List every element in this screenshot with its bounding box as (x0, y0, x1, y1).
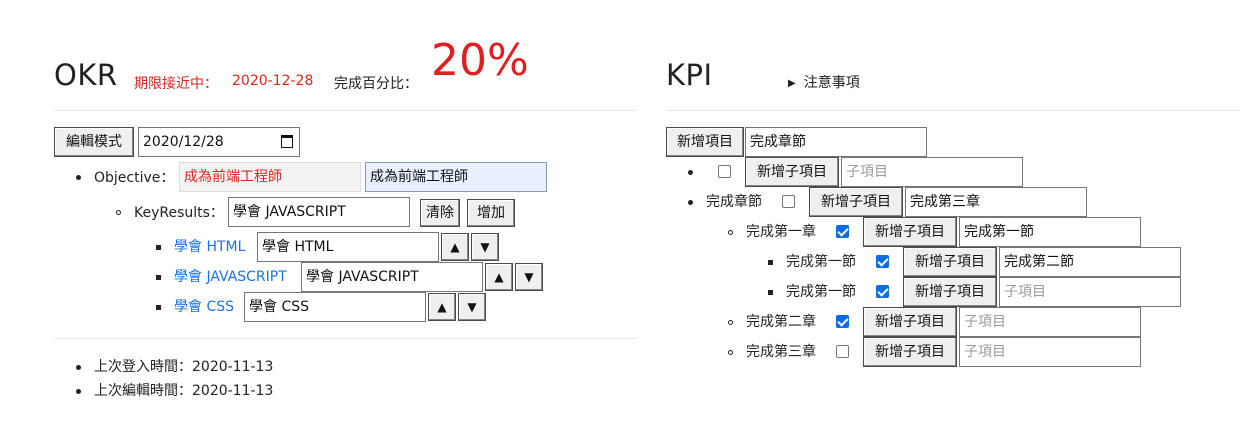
edit-mode-button[interactable]: 編輯模式 (54, 127, 134, 157)
bullet-disc (76, 389, 81, 394)
last-edit-text: 上次編輯時間：2020-11-13 (94, 383, 274, 399)
add-subitem-button[interactable]: 新增子項目 (809, 187, 903, 217)
notes-label: 注意事項 (803, 75, 860, 91)
keyresult-item-label[interactable]: 學會 HTML (174, 237, 245, 257)
complete-checkbox[interactable] (718, 165, 731, 178)
complete-checkbox[interactable] (876, 285, 889, 298)
add-subitem-button[interactable]: 新增子項目 (903, 247, 997, 277)
add-subitem-button[interactable]: 新增子項目 (863, 217, 957, 247)
date-value: 2020/12/28 (143, 134, 224, 150)
bullet-disc (688, 200, 693, 205)
complete-checkbox[interactable] (782, 195, 795, 208)
complete-checkbox[interactable] (836, 315, 849, 328)
subitem-input[interactable]: 子項目 (959, 307, 1141, 337)
item-label: 完成第一章 (746, 224, 816, 240)
bullet-disc (76, 175, 81, 180)
add-subitem-button[interactable]: 新增子項目 (745, 157, 839, 187)
keyresult-item-input[interactable]: 學會 HTML (257, 232, 439, 262)
last-login-text: 上次登入時間：2020-11-13 (94, 359, 274, 375)
add-keyresult-button[interactable]: 增加 (467, 199, 515, 227)
add-item-input[interactable]: 完成章節 (745, 127, 927, 157)
objective-input[interactable]: 成為前端工程師 (365, 162, 547, 192)
progress-value: 20% (431, 35, 529, 86)
bullet-square (156, 305, 161, 310)
bullet-square (156, 275, 161, 280)
subitem-input[interactable]: 子項目 (999, 277, 1181, 307)
bullet-circle (728, 350, 733, 355)
kpi-header: KPI ▶ 注意事項 (666, 0, 1240, 111)
deadline-label: 期限接近中： (134, 76, 218, 92)
move-up-button[interactable]: ▲ (428, 293, 456, 321)
disclosure-triangle-icon: ▶ (788, 78, 796, 89)
divider (54, 338, 636, 339)
bullet-circle (728, 230, 733, 235)
objective-display: 成為前端工程師 (179, 162, 361, 192)
keyresult-input[interactable]: 學會 JAVASCRIPT (228, 197, 410, 227)
keyresult-item-input[interactable]: 學會 JAVASCRIPT (301, 262, 483, 292)
keyresult-item-label[interactable]: 學會 JAVASCRIPT (174, 267, 287, 287)
notes-toggle[interactable]: ▶ 注意事項 (788, 72, 860, 92)
subitem-input[interactable]: 完成第三章 (905, 187, 1087, 217)
keyresults-label: KeyResults： (134, 205, 224, 221)
subitem-input[interactable]: 完成第二節 (999, 247, 1181, 277)
add-subitem-button[interactable]: 新增子項目 (863, 337, 957, 367)
kpi-title: KPI (666, 58, 713, 92)
okr-header: OKR 期限接近中： 2020-12-28 完成百分比： 20% (54, 0, 636, 111)
item-label: 完成第三章 (746, 344, 816, 360)
move-down-button[interactable]: ▼ (515, 263, 543, 291)
keyresult-item-input[interactable]: 學會 CSS (244, 292, 426, 322)
complete-checkbox[interactable] (836, 225, 849, 238)
bullet-circle (116, 210, 121, 215)
complete-checkbox[interactable] (836, 345, 849, 358)
subitem-input[interactable]: 子項目 (841, 157, 1023, 187)
move-up-button[interactable]: ▲ (441, 233, 469, 261)
date-input[interactable]: 2020/12/28 (138, 127, 300, 157)
calendar-icon[interactable] (281, 135, 293, 148)
keyresult-item-label[interactable]: 學會 CSS (174, 297, 234, 317)
bullet-disc (76, 365, 81, 370)
move-up-button[interactable]: ▲ (485, 263, 513, 291)
item-label: 完成第一節 (786, 284, 856, 300)
item-label: 完成第一節 (786, 254, 856, 270)
complete-checkbox[interactable] (876, 255, 889, 268)
subitem-input[interactable]: 子項目 (959, 337, 1141, 367)
add-subitem-button[interactable]: 新增子項目 (863, 307, 957, 337)
add-subitem-button[interactable]: 新增子項目 (903, 277, 997, 307)
bullet-disc (688, 170, 693, 175)
progress-label: 完成百分比： (334, 76, 418, 92)
okr-title: OKR (54, 58, 118, 92)
item-label: 完成第二章 (746, 314, 816, 330)
subitem-input[interactable]: 完成第一節 (959, 217, 1141, 247)
objective-label: Objective： (94, 170, 175, 186)
clear-button[interactable]: 清除 (420, 199, 460, 227)
deadline-value: 2020-12-28 (232, 73, 314, 89)
bullet-square (768, 260, 773, 265)
item-label: 完成章節 (706, 194, 762, 210)
move-down-button[interactable]: ▼ (458, 293, 486, 321)
add-item-button[interactable]: 新增項目 (666, 127, 744, 157)
bullet-square (156, 245, 161, 250)
bullet-square (768, 290, 773, 295)
move-down-button[interactable]: ▼ (471, 233, 499, 261)
bullet-circle (728, 320, 733, 325)
